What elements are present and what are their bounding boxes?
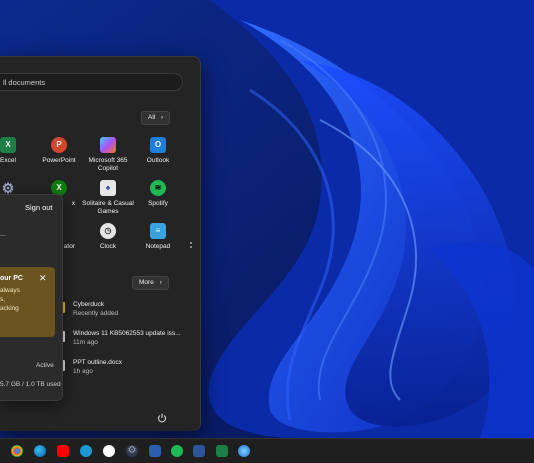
- item-subtitle: Recently added: [73, 310, 119, 317]
- promo-text: s,: [0, 296, 6, 303]
- taskbar: ⚙: [0, 438, 534, 463]
- app-label: Outlook: [146, 157, 170, 164]
- app-label: Notepad: [145, 243, 171, 250]
- promo-text: acking: [0, 305, 19, 312]
- promo-title: our PC: [0, 275, 23, 282]
- promo-text: always: [0, 287, 20, 294]
- item-title: Windows 11 KB5062553 update iss...: [73, 330, 181, 337]
- account-flyout: Sign out ... our PC always s, acking ✕ A…: [0, 194, 63, 401]
- clock-icon: ◷: [100, 223, 116, 239]
- copilot-icon: [100, 137, 116, 153]
- edge-icon[interactable]: [34, 445, 46, 457]
- promo-card[interactable]: our PC always s, acking ✕: [0, 267, 55, 337]
- settings-gear-icon[interactable]: ⚙: [126, 445, 138, 457]
- pinned-app-outlook[interactable]: O Outlook: [128, 137, 188, 165]
- people-icon[interactable]: [149, 445, 161, 457]
- all-apps-label: All: [148, 114, 156, 121]
- notepad-icon: ≡: [150, 223, 166, 239]
- storage-usage: 5.7 GB / 1.0 TB used: [0, 381, 61, 388]
- power-icon: [158, 413, 166, 423]
- account-detail: ...: [0, 231, 6, 238]
- chevron-right-icon: ›: [159, 279, 162, 286]
- power-button[interactable]: [157, 410, 167, 423]
- powerpoint-icon: P: [51, 137, 67, 153]
- pinned-app-spotify[interactable]: ≋ Spotify: [128, 180, 188, 208]
- page-dots[interactable]: [190, 242, 192, 254]
- cards-icon: ♠: [100, 180, 116, 196]
- pinned-app-notepad[interactable]: ≡ Notepad: [128, 223, 188, 251]
- item-subtitle: 1h ago: [73, 368, 93, 375]
- all-apps-button[interactable]: All ›: [141, 111, 171, 125]
- status-label: Active: [36, 362, 54, 369]
- item-title: PPT outline.docx: [73, 359, 123, 366]
- photos-icon[interactable]: [103, 445, 115, 457]
- close-icon[interactable]: ✕: [39, 273, 47, 284]
- word-icon[interactable]: [193, 445, 205, 457]
- more-button[interactable]: More ›: [132, 276, 169, 290]
- item-title: Cyberduck: [73, 301, 105, 308]
- youtube-icon[interactable]: [57, 445, 69, 457]
- chrome-icon[interactable]: [11, 445, 23, 457]
- spotify-taskbar-icon[interactable]: [171, 445, 183, 457]
- messenger-icon[interactable]: [80, 445, 92, 457]
- item-subtitle: 11m ago: [73, 339, 98, 346]
- outlook-icon: O: [150, 137, 166, 153]
- spotify-icon: ≋: [150, 180, 166, 196]
- browser-icon[interactable]: [238, 445, 250, 457]
- search-input[interactable]: ll documents: [0, 73, 183, 91]
- chevron-right-icon: ›: [161, 114, 164, 121]
- app-label: Spotify: [148, 200, 168, 207]
- more-label: More: [139, 279, 154, 286]
- excel-taskbar-icon[interactable]: [216, 445, 228, 457]
- sign-out-button[interactable]: Sign out: [25, 203, 53, 212]
- excel-icon: X: [0, 137, 16, 153]
